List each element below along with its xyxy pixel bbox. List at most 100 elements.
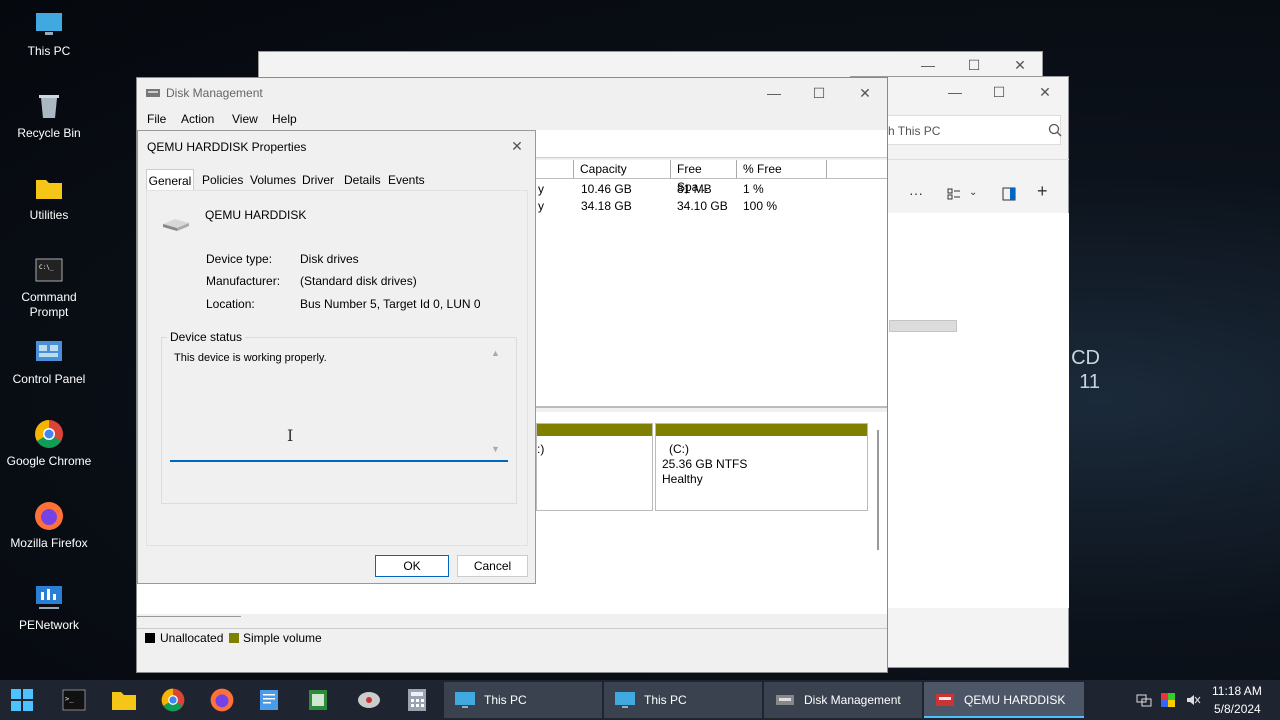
device-status-label: Device status [167, 330, 246, 344]
taskbar-task-this-pc-2[interactable]: This PC [604, 682, 762, 718]
desktop-icon-label: This PC [27, 44, 71, 58]
ok-button[interactable]: OK [375, 555, 449, 577]
desktop-icon-mozilla-firefox[interactable]: Mozilla Firefox [4, 500, 94, 551]
desktop-icon-recycle-bin[interactable]: Recycle Bin [4, 90, 94, 141]
search-icon [1048, 123, 1062, 137]
divider [137, 616, 241, 617]
monitor-icon [455, 692, 475, 708]
maximize-button[interactable]: ☐ [796, 78, 842, 108]
calculator-icon[interactable] [406, 688, 428, 712]
column-header-type[interactable] [537, 160, 574, 178]
tab-general[interactable]: General [146, 169, 194, 191]
column-header-percent-free[interactable]: % Free [737, 160, 827, 178]
taskbar-task-disk-management[interactable]: Disk Management [764, 682, 922, 718]
taskbar-task-label: Disk Management [804, 693, 901, 707]
partition-c[interactable]: (C:) 25.36 GB NTFS Healthy [655, 423, 868, 511]
partition-block[interactable]: :) [536, 423, 653, 511]
tab-details[interactable]: Details [344, 169, 381, 191]
field-value-location: Bus Number 5, Target Id 0, LUN 0 [300, 297, 481, 311]
view-layout-icon[interactable] [947, 187, 961, 201]
spreadsheet-icon[interactable] [307, 688, 329, 712]
partition-status: Healthy [662, 472, 703, 486]
field-label-manufacturer: Manufacturer: [206, 274, 281, 288]
network-tray-icon[interactable] [1136, 692, 1152, 708]
taskbar-task-this-pc-1[interactable]: This PC [444, 682, 602, 718]
notepad-icon[interactable] [258, 688, 280, 712]
search-input[interactable]: ch This PC [871, 115, 1062, 145]
volume-muted-icon[interactable] [1185, 692, 1201, 708]
taskbar-task-properties[interactable]: QEMU HARDDISK P... [924, 682, 1084, 718]
partition-bar [537, 424, 652, 436]
legend-label: Simple volume [243, 631, 322, 645]
device-properties-icon [936, 694, 954, 706]
start-icon[interactable] [10, 688, 34, 712]
desktop-icon-google-chrome[interactable]: Google Chrome [4, 418, 94, 469]
more-options-icon[interactable]: ··· [909, 185, 923, 201]
desktop-icon-this-pc[interactable]: This PC [4, 8, 94, 59]
color-tray-icon[interactable] [1160, 692, 1176, 708]
svg-text:C:\_: C:\_ [39, 264, 54, 271]
partition-size: 25.36 GB NTFS [662, 457, 748, 471]
desktop-icon-penetwork[interactable]: PENetwork [4, 582, 94, 633]
disk-management-icon [776, 695, 794, 705]
tab-driver[interactable]: Driver [302, 169, 334, 191]
partition-name: (C:) [669, 442, 689, 456]
svg-text:>_: >_ [65, 695, 74, 703]
tab-policies[interactable]: Policies [202, 169, 243, 191]
details-pane-icon[interactable] [1002, 187, 1016, 201]
tab-volumes[interactable]: Volumes [250, 169, 296, 191]
window-title: Disk Management [166, 86, 263, 100]
properties-dialog[interactable]: QEMU HARDDISK Properties ✕ General Polic… [137, 130, 536, 584]
device-status-text: This device is working properly. [174, 352, 327, 364]
close-button[interactable]: ✕ [1022, 77, 1068, 107]
chrome-icon[interactable] [160, 687, 186, 713]
desktop-icon-label: Mozilla Firefox [10, 536, 88, 550]
folder-icon[interactable] [111, 688, 137, 712]
text-cursor-icon: I [287, 426, 294, 445]
add-icon[interactable]: + [1037, 181, 1048, 202]
field-value-device-type: Disk drives [300, 252, 359, 266]
desktop-icon-label: Google Chrome [6, 454, 92, 468]
firefox-icon[interactable] [209, 687, 235, 713]
clock-time[interactable]: 11:18 AM [1212, 684, 1262, 698]
disk-tool-icon[interactable] [356, 688, 382, 712]
desktop-icon-command-prompt[interactable]: C:\_ Command Prompt [4, 254, 94, 320]
general-tab-panel: QEMU HARDDISK Device type: Disk drives M… [146, 190, 528, 546]
menu-action[interactable]: Action [181, 112, 214, 126]
minimize-button[interactable]: — [932, 77, 978, 107]
menu-file[interactable]: File [147, 112, 166, 126]
cell-capacity: 34.18 GB [581, 199, 632, 213]
hard-disk-icon [163, 219, 189, 231]
scroll-up-icon[interactable]: ▲ [491, 348, 500, 358]
maximize-button[interactable]: ☐ [976, 77, 1022, 107]
desktop-icon-label: PENetwork [18, 618, 80, 632]
dialog-title: QEMU HARDDISK Properties [147, 140, 307, 154]
menu-view[interactable]: View [232, 112, 258, 126]
taskbar-task-label: This PC [644, 693, 687, 707]
close-button[interactable]: ✕ [498, 131, 536, 161]
terminal-icon[interactable]: >_ [62, 689, 86, 711]
scrollbar[interactable] [877, 430, 879, 550]
device-status-textbox[interactable]: This device is working properly. ▲ ▼ I [170, 344, 508, 462]
tab-events[interactable]: Events [388, 169, 425, 191]
desktop-icon-control-panel[interactable]: Control Panel [4, 336, 94, 387]
recycle-bin-icon [39, 95, 59, 118]
column-header-capacity[interactable]: Capacity [574, 160, 671, 178]
close-button[interactable]: ✕ [842, 78, 888, 108]
column-header-free-space[interactable]: Free Spa... [671, 160, 737, 194]
menu-help[interactable]: Help [272, 112, 297, 126]
search-placeholder: ch This PC [882, 124, 941, 138]
field-label-location: Location: [206, 297, 255, 311]
desktop-icon-utilities[interactable]: Utilities [4, 172, 94, 223]
legend-bar: Unallocated Simple volume [137, 628, 887, 648]
chevron-down-icon[interactable]: ⌄ [969, 187, 977, 198]
minimize-button[interactable]: — [751, 78, 797, 108]
cancel-button[interactable]: Cancel [457, 555, 528, 577]
taskbar: >_ This PC This PC Disk Management QEMU … [0, 680, 1280, 720]
field-value-manufacturer: (Standard disk drives) [300, 274, 417, 288]
network-icon [36, 586, 62, 609]
scroll-down-icon[interactable]: ▼ [491, 444, 500, 454]
clock-date[interactable]: 5/8/2024 [1214, 702, 1261, 716]
legend-label: Unallocated [160, 631, 224, 645]
desktop-icon-label: Command Prompt [21, 290, 77, 319]
